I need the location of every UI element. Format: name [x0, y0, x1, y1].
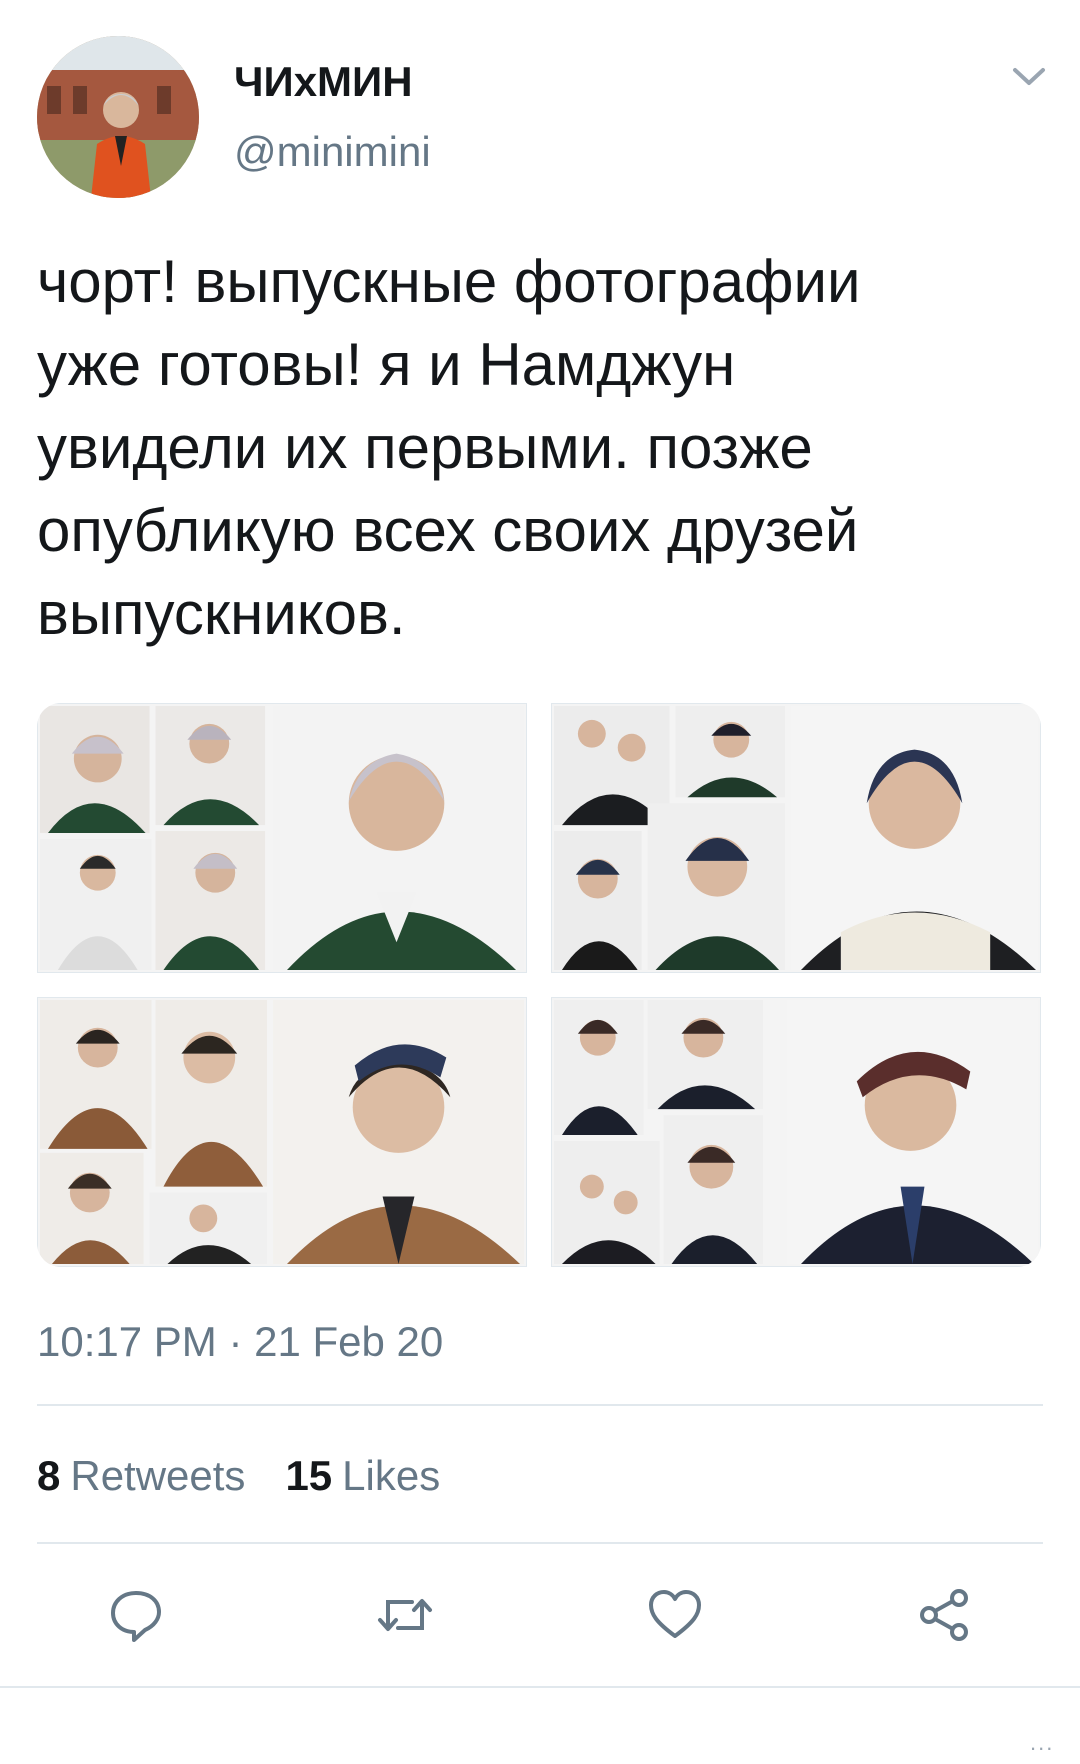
- divider: [37, 1542, 1043, 1544]
- tweet-timestamp[interactable]: 10:17 PM · 21 Feb 20: [37, 1318, 443, 1366]
- retweets-label: Retweets: [70, 1452, 246, 1499]
- likes-stat[interactable]: 15 Likes: [285, 1452, 440, 1500]
- media-photo[interactable]: [551, 703, 1041, 973]
- share-button[interactable]: [912, 1583, 976, 1647]
- like-button[interactable]: [643, 1583, 707, 1647]
- display-name[interactable]: ЧИхМИН: [234, 58, 413, 106]
- share-icon: [920, 1589, 968, 1641]
- retweets-stat[interactable]: 8 Retweets: [37, 1452, 245, 1500]
- likes-label: Likes: [342, 1452, 441, 1499]
- media-grid: [37, 703, 1041, 1267]
- retweet-button[interactable]: [373, 1583, 437, 1647]
- engagement-stats: 8 Retweets 15 Likes: [37, 1452, 440, 1500]
- divider: [37, 1404, 1043, 1406]
- retweets-count: 8: [37, 1452, 61, 1499]
- heart-icon: [649, 1590, 701, 1638]
- divider: [0, 1686, 1080, 1688]
- avatar[interactable]: [37, 36, 199, 198]
- chevron-down-icon[interactable]: [1010, 62, 1048, 92]
- media-photo[interactable]: [551, 997, 1041, 1267]
- media-photo[interactable]: [37, 703, 527, 973]
- media-photo[interactable]: [37, 997, 527, 1267]
- retweet-icon: [378, 1599, 432, 1631]
- overflow-indicator: ...: [1030, 1730, 1055, 1755]
- reply-icon: [111, 1591, 161, 1642]
- tweet-text: чорт! выпускные фотографии уже готовы! я…: [37, 248, 861, 647]
- handle[interactable]: @minimini: [234, 128, 431, 176]
- likes-count: 15: [285, 1452, 333, 1499]
- reply-button[interactable]: [104, 1583, 168, 1647]
- tweet-detail: ЧИхМИН @minimini чорт! выпускные фотогра…: [0, 0, 1080, 1764]
